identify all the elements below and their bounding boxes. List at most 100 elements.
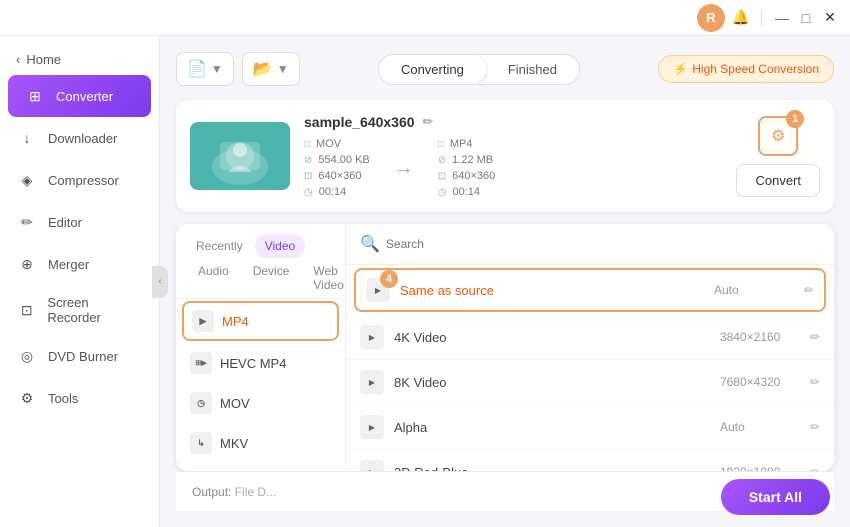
convert-button[interactable]: Convert bbox=[736, 164, 820, 197]
convert-actions: ⚙ 1 Convert bbox=[736, 116, 820, 197]
sidebar-item-compressor[interactable]: ◈ Compressor bbox=[0, 159, 159, 201]
home-label: Home bbox=[26, 52, 61, 67]
high-speed-button[interactable]: ⚡ High Speed Conversion bbox=[658, 55, 834, 83]
target-duration-row: ◷ 00:14 bbox=[438, 186, 496, 198]
same-source-edit-icon[interactable]: ✏ bbox=[804, 283, 814, 297]
3d-red-blue-icon: ▶ bbox=[360, 460, 384, 471]
add-folder-icon: 📂 bbox=[253, 59, 273, 79]
sidebar-item-editor[interactable]: ✏ Editor bbox=[0, 201, 159, 243]
target-format-icon: □ bbox=[438, 139, 444, 150]
quality-badge: 4 bbox=[380, 270, 398, 288]
settings-icon: ⚙ bbox=[771, 126, 785, 146]
sidebar-item-screen-recorder[interactable]: ⊡ Screen Recorder bbox=[0, 285, 159, 335]
tab-finished[interactable]: Finished bbox=[486, 55, 579, 84]
back-arrow-icon: ‹ bbox=[16, 52, 20, 67]
sidebar: ‹ Home ⊞ Converter ↓ Downloader ◈ Compre… bbox=[0, 36, 160, 527]
file-name-row: sample_640x360 ✏ bbox=[304, 114, 722, 130]
alpha-edit-icon[interactable]: ✏ bbox=[810, 420, 820, 434]
screen-recorder-label: Screen Recorder bbox=[47, 295, 143, 325]
screen-recorder-icon: ⊡ bbox=[16, 299, 37, 321]
tab-video[interactable]: Video bbox=[255, 234, 305, 258]
source-meta: □ MOV ⊘ 554.00 KB ⊡ 640×360 ◷ bbox=[304, 138, 370, 198]
sidebar-item-tools[interactable]: ⚙ Tools bbox=[0, 377, 159, 419]
format-item-mkv[interactable]: ↳ MKV bbox=[176, 423, 345, 463]
search-icon: 🔍 bbox=[360, 234, 380, 254]
format-area: Recently Video Audio Device Web Video ▶ … bbox=[176, 224, 834, 471]
res-icon: ⊡ bbox=[304, 171, 312, 182]
add-file-button[interactable]: 📄 ▼ bbox=[176, 52, 234, 86]
4k-icon: ▶ bbox=[360, 325, 384, 349]
close-button[interactable]: ✕ bbox=[822, 10, 838, 26]
source-format-row: □ MOV bbox=[304, 138, 370, 150]
minimize-button[interactable]: — bbox=[774, 10, 790, 26]
start-all-button[interactable]: Start All bbox=[721, 479, 830, 515]
titlebar: R 🔔 — □ ✕ bbox=[0, 0, 850, 36]
add-folder-button[interactable]: 📂 ▼ bbox=[242, 52, 300, 86]
tab-recently[interactable]: Recently bbox=[186, 234, 253, 258]
output-label: Output: bbox=[192, 485, 231, 499]
source-size: 554.00 KB bbox=[318, 154, 369, 166]
target-dur-icon: ◷ bbox=[438, 187, 447, 198]
tab-audio[interactable]: Audio bbox=[186, 258, 241, 298]
downloader-icon: ↓ bbox=[16, 127, 38, 149]
alpha-icon: ▶ bbox=[360, 415, 384, 439]
format-hevc-mp4-label: HEVC MP4 bbox=[220, 356, 286, 371]
quality-search-bar[interactable]: 🔍 bbox=[346, 224, 834, 265]
format-item-mp4[interactable]: ▶ MP4 bbox=[182, 301, 339, 341]
quality-item-8k[interactable]: ▶ 8K Video 7680×4320 ✏ bbox=[346, 360, 834, 405]
format-icon: □ bbox=[304, 139, 310, 150]
bell-icon[interactable]: 🔔 bbox=[733, 10, 749, 26]
4k-res: 3840×2160 bbox=[720, 330, 800, 344]
converter-icon: ⊞ bbox=[24, 85, 46, 107]
search-input[interactable] bbox=[386, 237, 820, 251]
source-duration-row: ◷ 00:14 bbox=[304, 186, 370, 198]
quality-panel: 🔍 ▶ 4 Same as source Auto ✏ ▶ bbox=[346, 224, 834, 471]
editor-label: Editor bbox=[48, 215, 82, 230]
sidebar-item-dvd-burner[interactable]: ◎ DVD Burner bbox=[0, 335, 159, 377]
tab-converting[interactable]: Converting bbox=[379, 55, 486, 84]
sidebar-item-converter[interactable]: ⊞ Converter bbox=[8, 75, 151, 117]
dur-icon: ◷ bbox=[304, 187, 313, 198]
compressor-label: Compressor bbox=[48, 173, 119, 188]
same-source-icon: ▶ 4 bbox=[366, 278, 390, 302]
mp4-icon: ▶ bbox=[192, 310, 214, 332]
file-path: File D... bbox=[235, 485, 276, 499]
target-resolution-row: ⊡ 640×360 bbox=[438, 170, 496, 182]
dvd-burner-label: DVD Burner bbox=[48, 349, 118, 364]
quality-item-same-as-source[interactable]: ▶ 4 Same as source Auto ✏ bbox=[354, 268, 826, 312]
format-item-hevc-mp4[interactable]: ⊞▶ HEVC MP4 bbox=[176, 343, 345, 383]
high-speed-label: High Speed Conversion bbox=[692, 62, 819, 76]
bolt-icon: ⚡ bbox=[673, 62, 688, 76]
format-item-hevc-mkv[interactable]: ⊞↳ HEVC MKV bbox=[176, 463, 345, 471]
tools-icon: ⚙ bbox=[16, 387, 38, 409]
quality-item-4k[interactable]: ▶ 4K Video 3840×2160 ✏ bbox=[346, 315, 834, 360]
source-resolution: 640×360 bbox=[318, 170, 361, 182]
sidebar-collapse-button[interactable]: ‹ bbox=[152, 266, 168, 298]
file-thumbnail bbox=[190, 122, 290, 190]
quality-item-alpha[interactable]: ▶ Alpha Auto ✏ bbox=[346, 405, 834, 450]
source-size-row: ⊘ 554.00 KB bbox=[304, 154, 370, 166]
8k-res: 7680×4320 bbox=[720, 375, 800, 389]
target-resolution: 640×360 bbox=[452, 170, 495, 182]
8k-edit-icon[interactable]: ✏ bbox=[810, 375, 820, 389]
home-back-button[interactable]: ‹ Home bbox=[0, 44, 159, 75]
editor-icon: ✏ bbox=[16, 211, 38, 233]
format-item-mov[interactable]: ◷ MOV bbox=[176, 383, 345, 423]
format-mkv-label: MKV bbox=[220, 436, 248, 451]
quality-item-3d-red-blue[interactable]: ▶ 3D Red-Blue 1920×1080 ✏ bbox=[346, 450, 834, 471]
settings-button[interactable]: ⚙ 1 bbox=[758, 116, 798, 156]
sidebar-item-merger[interactable]: ⊕ Merger bbox=[0, 243, 159, 285]
same-source-res: Auto bbox=[714, 283, 794, 297]
downloader-label: Downloader bbox=[48, 131, 117, 146]
file-name-edit-icon[interactable]: ✏ bbox=[423, 114, 434, 130]
format-tab-row: Recently Video bbox=[176, 224, 345, 258]
mkv-icon: ↳ bbox=[190, 432, 212, 454]
sidebar-item-downloader[interactable]: ↓ Downloader bbox=[0, 117, 159, 159]
converter-label: Converter bbox=[56, 89, 113, 104]
tab-device[interactable]: Device bbox=[241, 258, 302, 298]
target-meta: □ MP4 ⊘ 1.22 MB ⊡ 640×360 ◷ bbox=[438, 138, 496, 198]
maximize-button[interactable]: □ bbox=[798, 10, 814, 26]
4k-edit-icon[interactable]: ✏ bbox=[810, 330, 820, 344]
file-meta: □ MOV ⊘ 554.00 KB ⊡ 640×360 ◷ bbox=[304, 138, 722, 198]
add-file-icon: 📄 bbox=[187, 59, 207, 79]
